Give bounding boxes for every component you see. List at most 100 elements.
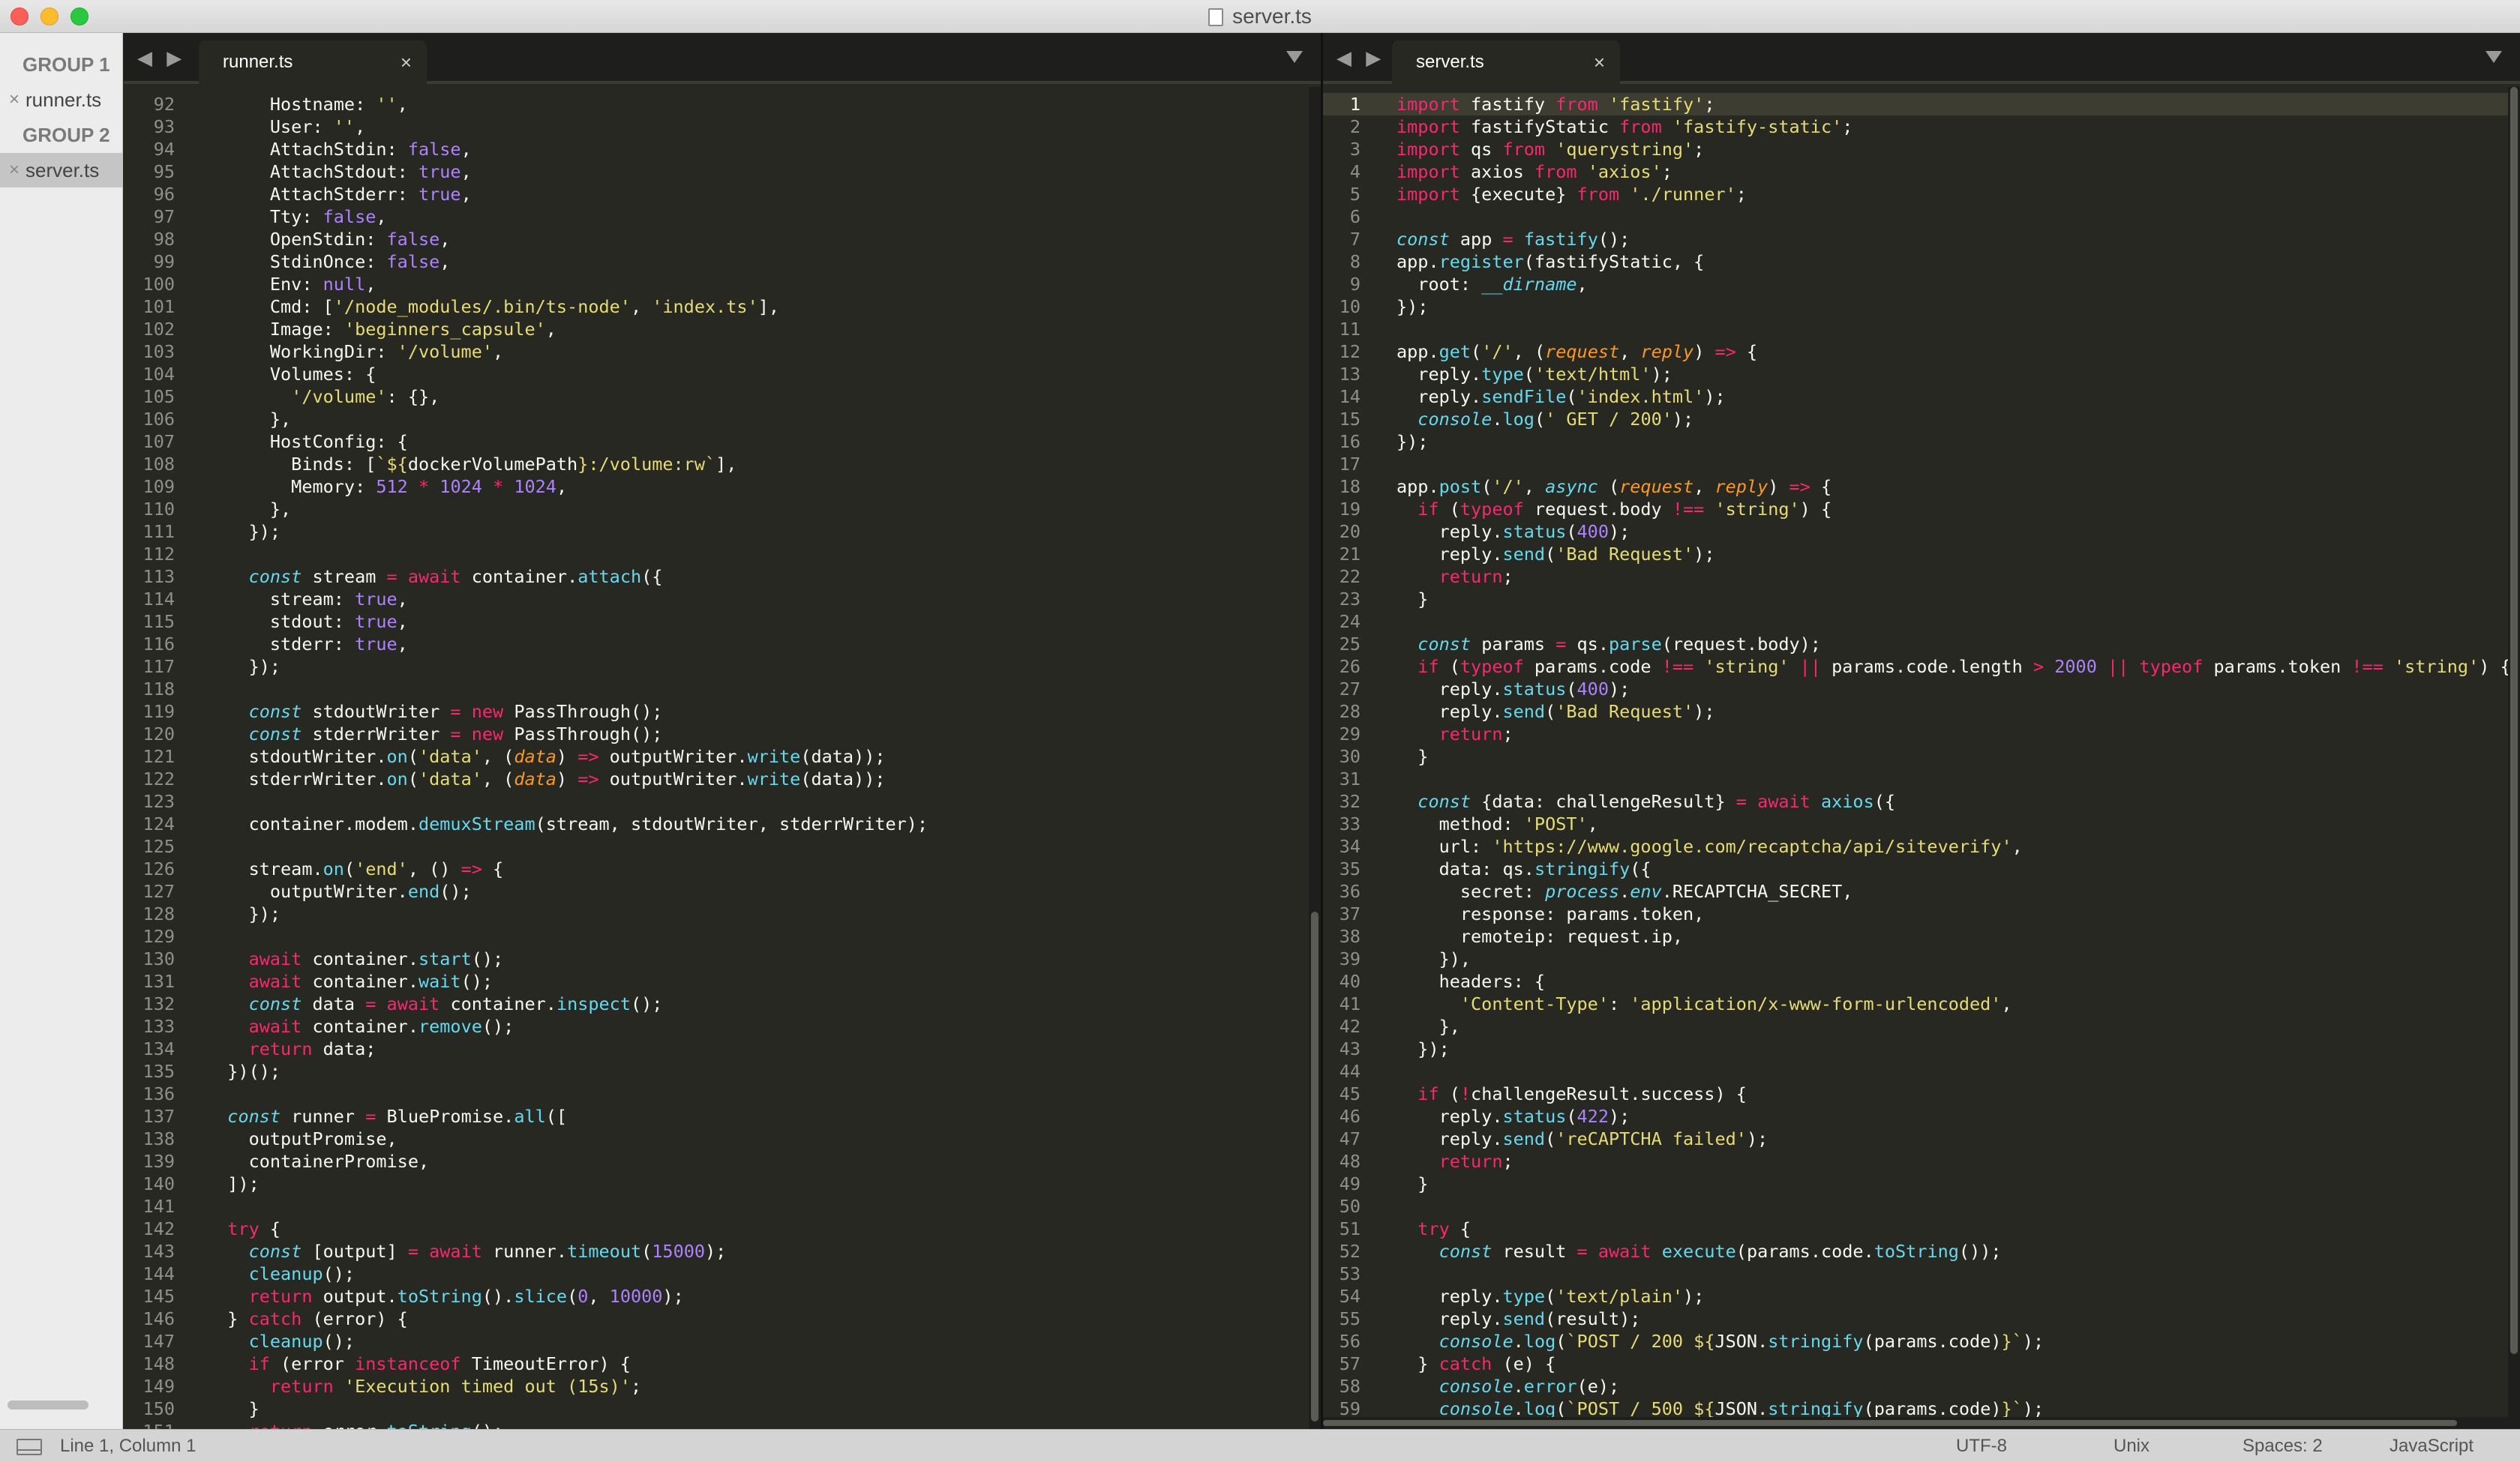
panel-toggle-icon[interactable] [16,1439,42,1455]
code-line[interactable]: 20 reply.status(400); [1323,520,2520,543]
vertical-scrollbar[interactable] [2508,87,2520,1429]
code-line[interactable]: 144 cleanup(); [124,1263,1321,1285]
sidebar-file-runner[interactable]: × runner.ts [0,82,122,117]
code-line[interactable]: 116 stderr: true, [124,633,1321,655]
code-line[interactable]: 2 import fastifyStatic from 'fastify-stat… [1323,115,2520,138]
code-line[interactable]: 110 }, [124,498,1321,520]
scrollbar-thumb[interactable] [1311,912,1318,1422]
code-line[interactable]: 1 import fastify from 'fastify'; [1323,93,2520,115]
code-line[interactable]: 5 import {execute} from './runner'; [1323,183,2520,205]
code-line[interactable]: 98 OpenStdin: false, [124,228,1321,250]
code-line[interactable]: 56 console.log(`POST / 200 ${JSON.string… [1323,1330,2520,1353]
code-line[interactable]: 54 reply.type('text/plain'); [1323,1285,2520,1308]
encoding-indicator[interactable]: UTF-8 [1956,1430,2007,1462]
sidebar-scrollbar[interactable] [8,1401,88,1410]
code-line[interactable]: 58 console.error(e); [1323,1375,2520,1398]
code-line[interactable]: 19 if (typeof request.body !== 'string')… [1323,498,2520,520]
code-line[interactable]: 107 HostConfig: { [124,430,1321,453]
code-line[interactable]: 14 reply.sendFile('index.html'); [1323,385,2520,408]
code-line[interactable]: 145 return output.toString().slice(0, 10… [124,1285,1321,1308]
code-line[interactable]: 101 Cmd: ['/node_modules/.bin/ts-node', … [124,295,1321,318]
code-line[interactable]: 52 const result = await execute(params.c… [1323,1240,2520,1263]
tab-nav-arrows[interactable]: ◀ ▶ [1336,46,1385,70]
tab-close-icon[interactable]: × [400,40,412,84]
code-line[interactable]: 13 reply.type('text/html'); [1323,363,2520,385]
code-line[interactable]: 139 containerPromise, [124,1150,1321,1173]
code-line[interactable]: 130 await container.start(); [124,948,1321,970]
code-line[interactable]: 142 try { [124,1218,1321,1240]
tab-dropdown-icon[interactable] [2486,51,2502,63]
code-line[interactable]: 9 root: __dirname, [1323,273,2520,295]
code-line[interactable]: 37 response: params.token, [1323,903,2520,925]
code-line[interactable]: 22 return; [1323,565,2520,588]
code-line[interactable]: 24 [1323,610,2520,633]
code-line[interactable]: 127 outputWriter.end(); [124,880,1321,903]
code-line[interactable]: 49 } [1323,1173,2520,1195]
code-line[interactable]: 115 stdout: true, [124,610,1321,633]
syntax-indicator[interactable]: JavaScript [2390,1430,2474,1462]
code-line[interactable]: 12 app.get('/', (request, reply) => { [1323,340,2520,363]
code-line[interactable]: 55 reply.send(result); [1323,1308,2520,1330]
code-line[interactable]: 94 AttachStdin: false, [124,138,1321,160]
code-line[interactable]: 105 '/volume': {}, [124,385,1321,408]
code-line[interactable]: 133 await container.remove(); [124,1015,1321,1038]
code-line[interactable]: 134 return data; [124,1038,1321,1060]
scrollbar-thumb[interactable] [2510,87,2518,1354]
tab-dropdown-icon[interactable] [1286,51,1303,63]
code-line[interactable]: 38 remoteip: request.ip, [1323,925,2520,948]
code-line[interactable]: 40 headers: { [1323,970,2520,993]
code-line[interactable]: 93 User: '', [124,115,1321,138]
code-line[interactable]: 141 [124,1195,1321,1218]
code-line[interactable]: 148 if (error instanceof TimeoutError) { [124,1353,1321,1375]
code-line[interactable]: 6 [1323,205,2520,228]
code-line[interactable]: 138 outputPromise, [124,1128,1321,1150]
code-line[interactable]: 121 stdoutWriter.on('data', (data) => ou… [124,745,1321,768]
code-line[interactable]: 126 stream.on('end', () => { [124,858,1321,880]
code-line[interactable]: 136 [124,1083,1321,1105]
code-line[interactable]: 18 app.post('/', async (request, reply) =… [1323,475,2520,498]
code-line[interactable]: 51 try { [1323,1218,2520,1240]
code-line[interactable]: 96 AttachStderr: true, [124,183,1321,205]
code-line[interactable]: 33 method: 'POST', [1323,813,2520,835]
code-editor[interactable]: 92 Hostname: '', 93 User: '', 94 AttachStd… [124,87,1321,1429]
code-line[interactable]: 111 }); [124,520,1321,543]
code-line[interactable]: 31 [1323,768,2520,790]
tab-close-icon[interactable]: × [1594,40,1605,84]
sidebar-file-server[interactable]: × server.ts [0,153,122,187]
code-line[interactable]: 99 StdinOnce: false, [124,250,1321,273]
close-file-icon[interactable]: × [9,82,20,117]
code-line[interactable]: 30 } [1323,745,2520,768]
code-line[interactable]: 125 [124,835,1321,858]
tab-runner[interactable]: runner.ts × [199,40,427,84]
code-line[interactable]: 50 [1323,1195,2520,1218]
code-line[interactable]: 92 Hostname: '', [124,93,1321,115]
code-line[interactable]: 151 return error.toString(); [124,1420,1321,1429]
code-line[interactable]: 7 const app = fastify(); [1323,228,2520,250]
code-line[interactable]: 140 ]); [124,1173,1321,1195]
code-line[interactable]: 45 if (!challengeResult.success) { [1323,1083,2520,1105]
code-line[interactable]: 108 Binds: [`${dockerVolumePath}:/volume… [124,453,1321,475]
horizontal-scrollbar[interactable] [1323,1417,2508,1429]
code-line[interactable]: 146 } catch (error) { [124,1308,1321,1330]
code-line[interactable]: 114 stream: true, [124,588,1321,610]
code-line[interactable]: 29 return; [1323,723,2520,745]
code-line[interactable]: 117 }); [124,655,1321,678]
code-line[interactable]: 10}); [1323,295,2520,318]
code-line[interactable]: 25 const params = qs.parse(request.body)… [1323,633,2520,655]
vertical-scrollbar[interactable] [1309,87,1321,1429]
code-line[interactable]: 112 [124,543,1321,565]
code-line[interactable]: 4 import axios from 'axios'; [1323,160,2520,183]
code-line[interactable]: 11 [1323,318,2520,340]
code-line[interactable]: 102 Image: 'beginners_capsule', [124,318,1321,340]
code-line[interactable]: 103 WorkingDir: '/volume', [124,340,1321,363]
code-line[interactable]: 15 console.log(' GET / 200'); [1323,408,2520,430]
code-line[interactable]: 57 } catch (e) { [1323,1353,2520,1375]
code-line[interactable]: 109 Memory: 512 * 1024 * 1024, [124,475,1321,498]
code-line[interactable]: 43 }); [1323,1038,2520,1060]
code-line[interactable]: 124 container.modem.demuxStream(stream, … [124,813,1321,835]
indentation-indicator[interactable]: Spaces: 2 [2242,1430,2323,1462]
code-line[interactable]: 44 [1323,1060,2520,1083]
code-line[interactable]: 149 return 'Execution timed out (15s)'; [124,1375,1321,1398]
code-line[interactable]: 36 secret: process.env.RECAPTCHA_SECRET, [1323,880,2520,903]
code-line[interactable]: 128 }); [124,903,1321,925]
